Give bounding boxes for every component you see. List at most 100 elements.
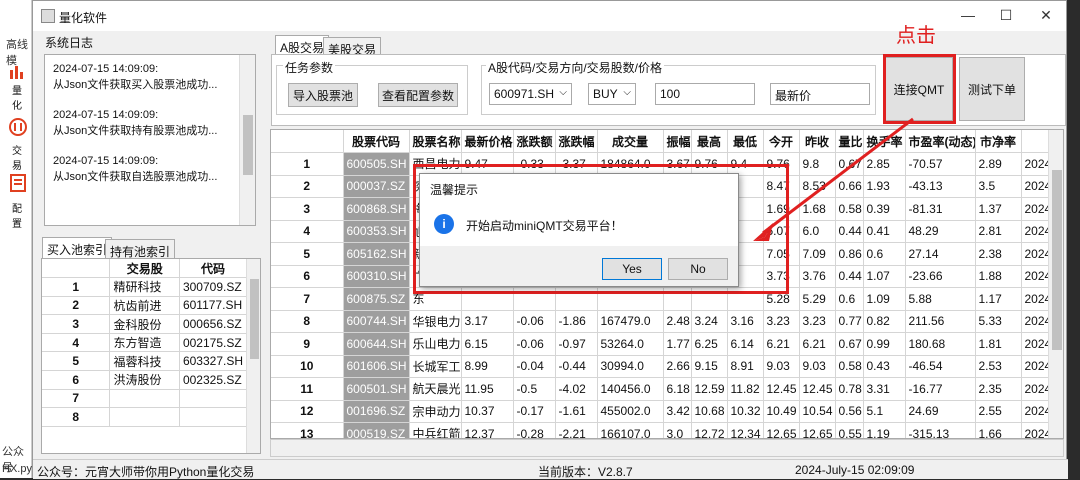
stock-cell: 12.45 [763,377,800,401]
stock-header-cell[interactable]: 最新价格 [461,130,514,153]
stock-cell: 0.55 [835,422,864,438]
yes-button[interactable]: Yes [602,258,662,280]
stock-cell: 3.24 [691,310,728,333]
pool-cell: 603327.SH [179,351,248,372]
stock-cell: 5 [271,242,344,266]
price-input[interactable]: 最新价 [770,83,870,105]
log-title: 系统日志 [45,36,94,50]
main-window: 量化软件 — ☐ ✕ 系统日志 2024-07-15 14:09:09: 从Jso… [32,0,1068,479]
stock-cell: 001696.SZ [343,400,410,423]
bg-file-label: HX.py [2,463,32,475]
stock-cell: 600644.SH [343,332,410,356]
stock-cell: 10.54 [799,400,836,423]
table-row[interactable]: 11 600501.SH 航天晨光 11.95 -0.5 -4.02 140456.0 6.1… [271,377,1063,401]
table-row[interactable]: 8 [42,407,248,427]
config-icon[interactable] [9,174,27,192]
pool-cell: 精研科技 [109,277,180,297]
minimize-icon[interactable]: — [958,7,978,23]
stock-cell: 1.77 [663,332,692,356]
table-row[interactable]: 1 精研科技 300709.SZ [42,277,248,297]
stock-cell: -0.04 [513,355,556,378]
stock-cell: 6.21 [799,332,836,356]
nav-quant-label: 量化 [12,86,22,112]
stock-cell: 1.88 [975,265,1022,288]
log-scrollbar[interactable] [239,55,255,225]
table-row[interactable]: 2 杭齿前进 601177.SH [42,296,248,316]
app-icon [41,9,55,23]
stock-header-cell[interactable]: 涨跌额 [513,130,556,153]
stock-header-cell[interactable]: 市净率 [975,130,1022,153]
stock-cell: 12.65 [763,422,800,438]
stock-cell: 53264.0 [597,332,664,356]
stock-cell: 2.55 [975,400,1022,423]
quantity-input[interactable]: 100 [655,83,755,105]
stock-code-select[interactable]: 600971.SH ⌵ [489,83,572,105]
stock-cell: 3.76 [799,265,836,288]
stock-cell: 中兵红箭 [409,422,462,438]
stock-cell: 13 [271,422,344,438]
pool-scrollbar[interactable] [246,259,260,453]
stock-cell: 长城军工 [409,355,462,378]
stock-cell: 华银电力 [409,310,462,333]
stock-cell: 10.68 [691,400,728,423]
table-row[interactable]: 10 601606.SH 长城军工 8.99 -0.04 -0.44 30994.0 2.66… [271,355,1063,378]
stock-header-cell[interactable]: 最高 [691,130,728,153]
stock-cell: 0.99 [863,332,906,356]
table-row[interactable]: 8 600744.SH 华银电力 3.17 -0.06 -1.86 167479.0 2.48… [271,310,1063,333]
view-config-button[interactable]: 查看配置参数 [378,83,458,107]
stock-cell: 12.65 [799,422,836,438]
pool-cell: 杭齿前进 [109,296,180,316]
stock-header-cell[interactable]: 成交量 [597,130,664,153]
chart-icon[interactable] [9,62,27,80]
table-row[interactable]: 5 福蓉科技 603327.SH [42,351,248,372]
close-icon[interactable]: ✕ [1036,7,1056,23]
table-row[interactable]: 7 [42,389,248,409]
stock-cell: 11 [271,377,344,401]
maximize-icon[interactable]: ☐ [996,7,1016,23]
table-row[interactable]: 12 001696.SZ 宗申动力 10.37 -0.17 -1.61 455002.0 3.… [271,400,1063,423]
stock-cell: 166107.0 [597,422,664,438]
stock-cell: 6 [271,265,344,288]
stock-header-cell[interactable]: 振幅 [663,130,692,153]
stock-cell: 1.07 [863,265,906,288]
import-pool-button[interactable]: 导入股票池 [288,83,358,107]
stock-cell: -1.86 [555,310,598,333]
stock-cell: -2.21 [555,422,598,438]
table-row[interactable]: 6 洪涛股份 002325.SZ [42,370,248,390]
pool-cell: 洪涛股份 [109,370,180,390]
table-row[interactable]: 13 000519.SZ 中兵红箭 12.37 -0.28 -2.21 166107.0 3.… [271,422,1063,438]
pool-cell: 5 [42,351,111,372]
stock-header-cell[interactable]: 股票代码 [343,130,410,153]
test-order-button[interactable]: 测试下单 [959,57,1025,121]
table-row[interactable]: 9 600644.SH 乐山电力 6.15 -0.06 -0.97 53264.0 1.77 6… [271,332,1063,356]
stock-cell: 7 [271,287,344,311]
stock-cell: 12.34 [727,422,764,438]
stock-cell: 600501.SH [343,377,410,401]
log-entry: 2024-07-15 14:09:09: 从Json文件获取持有股票池成功... [53,109,218,137]
pool-cell: 300709.SZ [179,277,248,297]
stock-cell: -0.17 [513,400,556,423]
chevron-down-icon: ⌵ [559,87,567,98]
stock-header-cell[interactable] [271,130,344,153]
stock-cell: 211.56 [905,310,976,333]
stock-cell: -1.61 [555,400,598,423]
task-title: 任务参数 [283,59,336,76]
status-left: 公众号：元宵大师带你用Python量化交易 [37,465,255,479]
stock-cell: 6.18 [663,377,692,401]
pool-cell [179,389,248,409]
table-row[interactable]: 3 金科股份 000656.SZ [42,314,248,334]
stock-table-scrollbar[interactable] [1048,130,1063,438]
stock-cell: 24.69 [905,400,976,423]
direction-select[interactable]: BUY ⌵ [588,83,636,105]
pool-cell: 2 [42,296,111,316]
trade-icon[interactable] [9,118,27,136]
no-button[interactable]: No [668,258,728,280]
stock-cell: 2 [271,175,344,198]
stock-cell: 5.29 [799,287,836,311]
stock-hscrollbar[interactable] [270,439,1064,457]
background-app-sidebar: 高线模 量化 交易 配置 公众号 HX.py [0,0,32,478]
table-row[interactable]: 4 东方智造 002175.SZ [42,333,248,353]
stock-header-cell[interactable]: 股票名称 [409,130,462,153]
stock-cell: 9.03 [799,355,836,378]
stock-header-cell[interactable]: 涨跌幅 [555,130,598,153]
